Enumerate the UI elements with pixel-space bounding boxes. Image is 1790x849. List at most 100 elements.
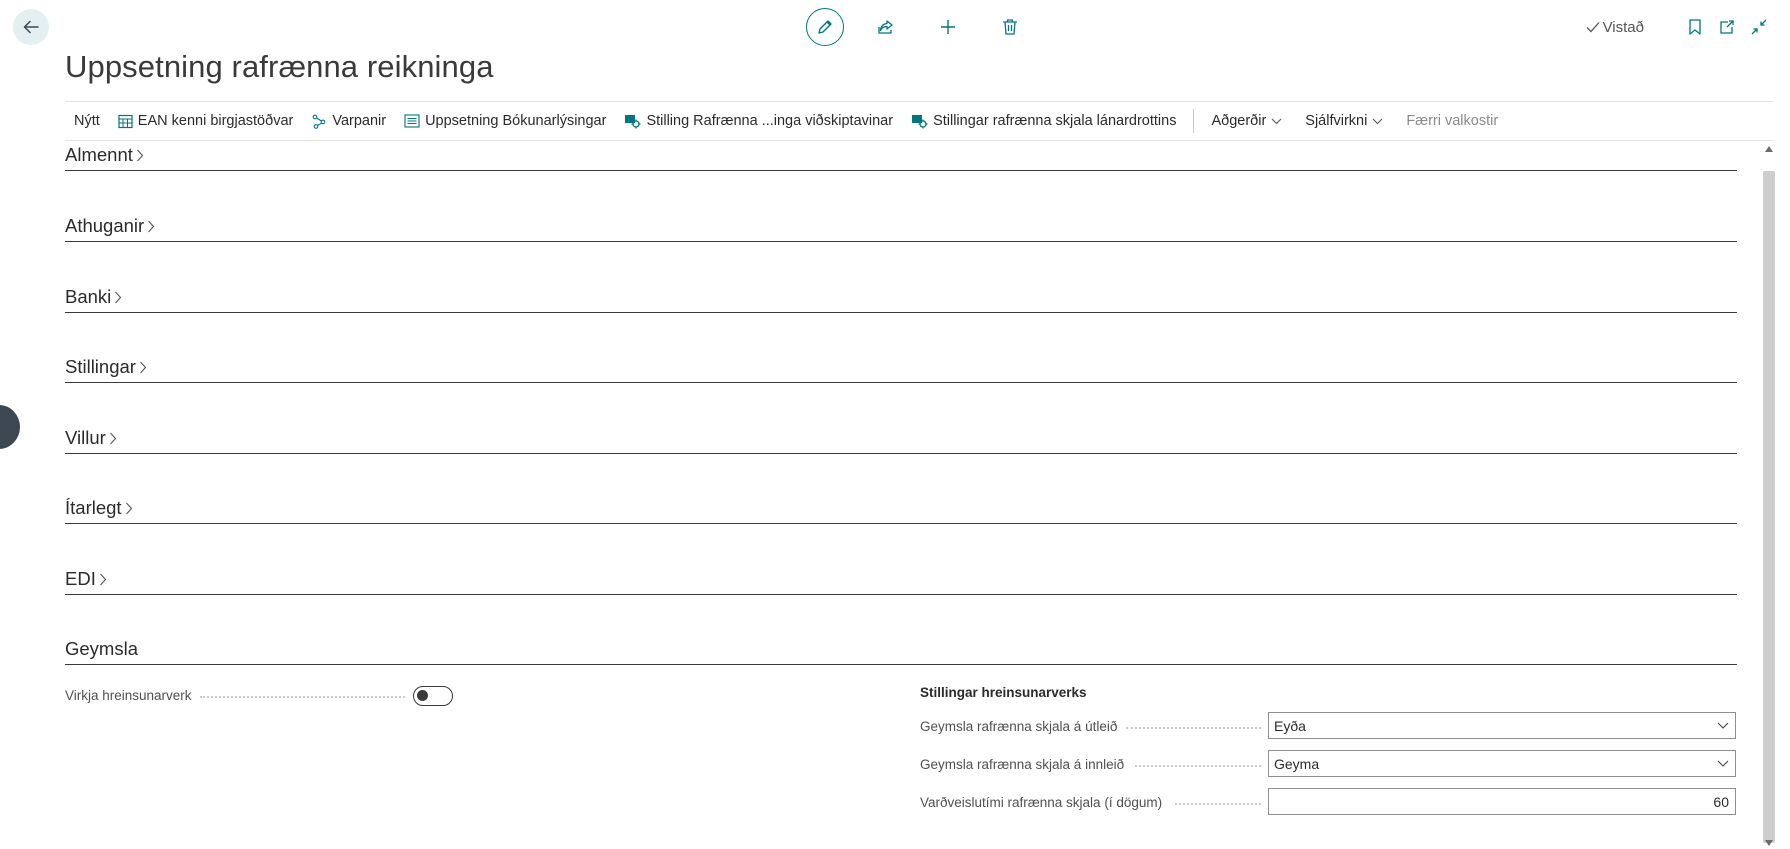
automation-menu[interactable]: Sjálfvirkni [1296, 102, 1397, 140]
bookmark-icon [1689, 19, 1701, 35]
saved-status: Vistað [1586, 19, 1644, 36]
section-banki[interactable]: Banki [65, 285, 1737, 313]
section-itarlegt[interactable]: Ítarlegt [65, 496, 1737, 524]
section-title-text: Stillingar [65, 356, 136, 377]
section-title-text: Athuganir [65, 215, 145, 236]
plus-icon [941, 20, 955, 34]
new-action[interactable]: Nýtt [65, 102, 109, 140]
ean-action-label: EAN kenni birgjastöðvar [137, 113, 294, 129]
open-in-new-window-icon [1720, 20, 1734, 34]
settings-people-icon [912, 114, 928, 128]
automation-menu-label: Sjálfvirkni [1305, 113, 1368, 129]
scrollbar-thumb[interactable] [1763, 171, 1775, 843]
share-button[interactable] [866, 7, 906, 47]
chevron-down-icon [1372, 118, 1383, 124]
customer-settings-action-label: Stilling Rafrænna ...inga viðskiptavinar [646, 113, 894, 129]
open-new-window-button[interactable] [1716, 16, 1738, 38]
chevron-down-icon [1271, 118, 1282, 124]
checkmark-icon [1586, 22, 1600, 33]
field-leader-dots [200, 696, 405, 698]
section-title-text: EDI [65, 568, 96, 589]
chevron-right-icon [140, 361, 147, 373]
retention-days-label: Varðveislutími rafrænna skjala (í dögum) [920, 795, 1163, 810]
customer-settings-action[interactable]: Stilling Rafrænna ...inga viðskiptavinar [615, 102, 902, 140]
section-title-text: Banki [65, 286, 112, 307]
inbound-storage-label: Geymsla rafrænna skjala á innleið [920, 757, 1125, 772]
share-icon [878, 20, 893, 34]
outbound-storage-value: Eyða [1274, 717, 1306, 734]
inbound-storage-select[interactable]: Geyma [1268, 750, 1736, 777]
collapse-button[interactable] [1748, 16, 1770, 38]
chevron-right-icon [115, 291, 122, 303]
back-button[interactable] [13, 9, 49, 45]
section-stillingar[interactable]: Stillingar [65, 355, 1737, 383]
section-title-text: Almennt [65, 144, 133, 165]
calendar-grid-icon [118, 114, 133, 128]
action-bar-separator [1193, 109, 1195, 133]
fewer-options-label: Færri valkostir [1406, 113, 1499, 129]
chevron-right-icon [148, 220, 155, 232]
chevron-down-icon [1717, 722, 1729, 729]
vendor-settings-action[interactable]: Stillingar rafrænna skjala lánardrottins [902, 102, 1185, 140]
bookmark-button[interactable] [1684, 16, 1706, 38]
scroll-up-arrow-icon[interactable] [1765, 146, 1773, 152]
posting-description-action[interactable]: Uppsetning Bókunarlýsingar [395, 102, 615, 140]
section-title: Banki [65, 286, 122, 308]
chevron-right-icon [99, 573, 107, 585]
edit-button[interactable] [806, 8, 844, 46]
scroll-down-arrow-icon[interactable] [1765, 840, 1773, 846]
toggle-knob [417, 690, 428, 701]
outbound-storage-label: Geymsla rafrænna skjala á útleið [920, 719, 1118, 734]
outbound-storage-select[interactable]: Eyða [1268, 712, 1736, 739]
section-title: Villur [65, 427, 117, 449]
retention-days-input[interactable]: 60 [1268, 788, 1736, 815]
delete-button[interactable] [990, 7, 1030, 47]
section-title: Athuganir [65, 215, 155, 237]
posting-description-action-label: Uppsetning Bókunarlýsingar [425, 113, 607, 129]
record-actions [806, 7, 1030, 47]
fewer-options-button[interactable]: Færri valkostir [1397, 102, 1507, 140]
section-almennt[interactable]: Almennt [65, 143, 1737, 171]
actions-menu-label: Aðgerðir [1211, 113, 1267, 129]
trash-icon [1003, 19, 1017, 35]
chevron-right-icon [136, 149, 144, 161]
mappings-action-label: Varpanir [332, 113, 387, 129]
enable-cleanup-toggle[interactable] [413, 686, 453, 706]
pencil-icon [818, 20, 832, 34]
chevron-down-icon [1717, 760, 1729, 767]
mappings-action[interactable]: Varpanir [302, 102, 395, 140]
page-title: Uppsetning rafrænna reikninga [65, 49, 494, 84]
section-title-text: Ítarlegt [65, 497, 122, 518]
new-action-label: Nýtt [74, 113, 100, 129]
arrow-left-icon [23, 20, 39, 34]
cleanup-settings-heading: Stillingar hreinsunarverks [920, 685, 1087, 700]
chevron-right-icon [109, 432, 117, 444]
field-leader-dots [1175, 803, 1261, 805]
mapping-icon [312, 114, 326, 129]
section-edi[interactable]: EDI [65, 567, 1737, 595]
factbox-toggle[interactable] [0, 405, 20, 449]
section-athuganir[interactable]: Athuganir [65, 214, 1737, 242]
retention-days-value: 60 [1713, 793, 1729, 810]
section-title: EDI [65, 568, 107, 590]
inbound-storage-value: Geyma [1274, 755, 1320, 772]
enable-cleanup-label: Virkja hreinsunarverk [65, 688, 192, 703]
section-title-text: Geymsla [65, 638, 138, 659]
field-leader-dots [1126, 727, 1261, 729]
section-title-text: Villur [65, 427, 106, 448]
section-title: Geymsla [65, 638, 138, 660]
section-title: Ítarlegt [65, 497, 133, 519]
collapse-arrows-icon [1751, 19, 1767, 35]
actions-menu[interactable]: Aðgerðir [1202, 102, 1296, 140]
vendor-settings-action-label: Stillingar rafrænna skjala lánardrottins [933, 113, 1177, 129]
section-villur[interactable]: Villur [65, 426, 1737, 454]
new-record-button[interactable] [928, 7, 968, 47]
saved-label: Vistað [1602, 18, 1644, 36]
section-geymsla[interactable]: Geymsla [65, 637, 1737, 665]
page-controls: Vistað [1586, 12, 1770, 42]
chevron-right-icon [125, 502, 132, 514]
ean-action[interactable]: EAN kenni birgjastöðvar [109, 102, 303, 140]
settings-people-icon [625, 114, 641, 128]
section-title: Almennt [65, 144, 144, 166]
action-bar: Nýtt EAN kenni birgjastöðvar Varpanir Up… [65, 101, 1773, 141]
